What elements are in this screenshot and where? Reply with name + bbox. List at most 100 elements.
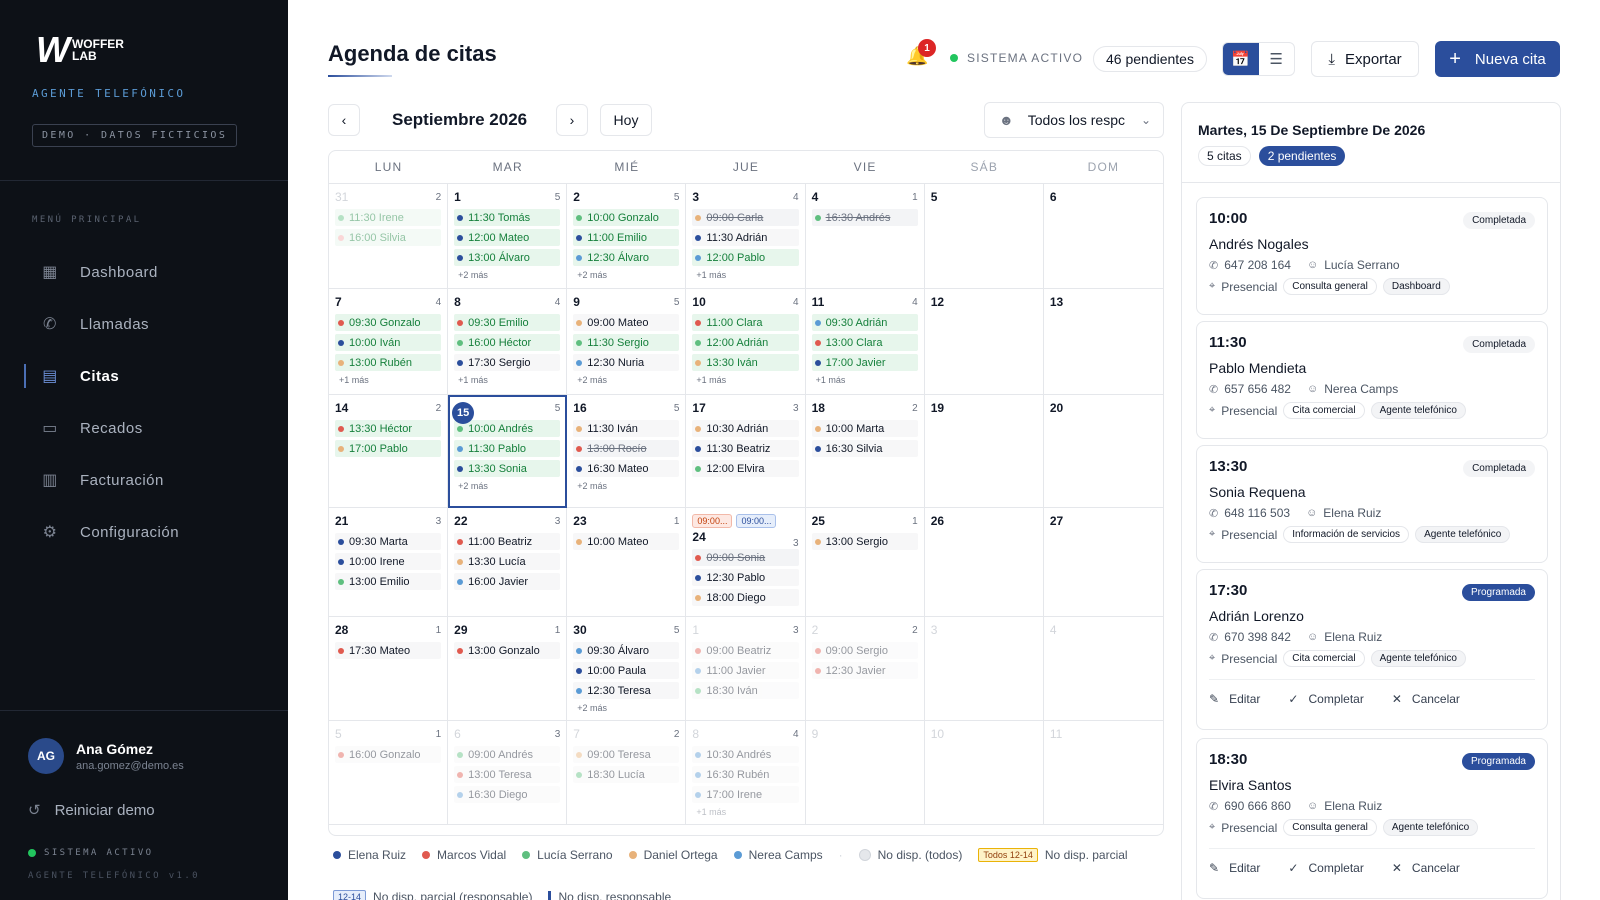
day-cell[interactable]: 4 1 16:30 Andrés [805,184,925,289]
calendar-event[interactable]: 11:30 Adrián [692,229,799,246]
day-cell[interactable]: 2 5 10:00 Gonzalo 11:00 Emilio 12:30 Álvaro +… [567,184,687,289]
more-events-link[interactable]: +2 más [573,481,679,491]
day-cell[interactable]: 26 [924,508,1044,617]
day-cell[interactable]: 1 5 11:30 Tomás 12:00 Mateo 13:00 Álvaro +2 m… [448,184,568,289]
cancel-button[interactable]: ✕ Cancelar [1392,692,1460,706]
day-cell[interactable]: 15 5 10:00 Andrés 11:30 Pablo 13:30 Sonia +2 … [448,395,568,508]
day-cell[interactable]: 7 4 09:30 Gonzalo 10:00 Iván 13:00 Rubén +1 m… [329,289,449,395]
appointment-card[interactable]: 18:30 Programada Elvira Santos ✆ 690 666 860… [1196,738,1548,899]
appointment-card[interactable]: 17:30 Programada Adrián Lorenzo ✆ 670 398 84… [1196,569,1548,730]
calendar-event[interactable]: 12:30 Álvaro [573,249,680,266]
calendar-event[interactable]: 09:30 Emilio [454,314,561,331]
day-cell[interactable]: 22 3 11:00 Beatriz 13:30 Lucía 16:00 Javier [448,508,568,617]
calendar-event[interactable]: 16:00 Javier [454,573,561,590]
calendar-event[interactable]: 17:00 Irene [692,786,799,803]
calendar-event[interactable]: 16:00 Silvia [335,229,442,246]
calendar-event[interactable]: 16:00 Héctor [454,334,561,351]
calendar-event[interactable]: 11:30 Pablo [454,440,561,457]
sidebar-item-dashboard[interactable]: ▦ Dashboard [24,246,264,298]
day-cell[interactable]: 10 4 11:00 Clara 12:00 Adrián 13:30 Iván +1 m… [686,289,806,395]
day-cell[interactable]: 9 5 09:00 Mateo 11:30 Sergio 12:30 Nuria +2 m… [567,289,687,395]
more-events-link[interactable]: +2 más [573,375,679,385]
calendar-event[interactable]: 17:00 Pablo [335,440,442,457]
day-cell[interactable]: 2 2 09:00 Sergio 12:30 Javier [805,617,925,721]
cancel-button[interactable]: ✕ Cancelar [1392,861,1460,875]
day-cell[interactable]: 16 5 11:30 Iván 13:00 Rocío 16:30 Mateo +2 má… [567,395,687,508]
day-cell[interactable]: 5 1 16:00 Gonzalo [329,721,449,825]
more-events-link[interactable]: +2 más [573,703,679,713]
calendar-event[interactable]: 09:00 Andrés [454,746,561,763]
calendar-event[interactable]: 11:30 Iván [573,420,680,437]
day-cell[interactable]: 3 [924,617,1044,721]
calendar-event[interactable]: 09:00 Sonia [692,549,799,566]
prev-month-button[interactable]: ‹ [328,104,360,136]
edit-button[interactable]: ✎ Editar [1209,692,1260,706]
edit-button[interactable]: ✎ Editar [1209,861,1260,875]
list-view-button[interactable]: ☰ [1259,43,1295,75]
sidebar-item-citas[interactable]: ▤ Citas [24,350,264,402]
calendar-event[interactable]: 10:30 Adrián [692,420,799,437]
today-button[interactable]: Hoy [600,104,652,136]
calendar-event[interactable]: 13:30 Iván [692,354,799,371]
day-cell[interactable]: 30 5 09:30 Álvaro 10:00 Paula 12:30 Teresa +2… [567,617,687,721]
calendar-event[interactable]: 09:00 Beatriz [692,642,799,659]
day-cell[interactable]: 8 4 09:30 Emilio 16:00 Héctor 17:30 Sergio +1… [448,289,568,395]
day-cell[interactable]: 6 [1043,184,1163,289]
day-cell[interactable]: 23 1 10:00 Mateo [567,508,687,617]
day-cell[interactable]: 11 [1043,721,1163,825]
more-events-link[interactable]: +2 más [454,481,560,491]
day-cell[interactable]: 14 2 13:30 Héctor 17:00 Pablo [329,395,449,508]
calendar-event[interactable]: 12:30 Pablo [692,569,799,586]
day-cell[interactable]: 5 [924,184,1044,289]
calendar-event[interactable]: 16:30 Rubén [692,766,799,783]
calendar-event[interactable]: 09:30 Adrián [811,314,918,331]
more-events-link[interactable]: +1 más [692,807,798,817]
calendar-event[interactable]: 09:00 Sergio [811,642,918,659]
calendar-event[interactable]: 12:00 Elvira [692,460,799,477]
calendar-event[interactable]: 11:00 Javier [692,662,799,679]
calendar-event[interactable]: 09:30 Marta [335,533,442,550]
calendar-event[interactable]: 13:00 Rubén [335,354,442,371]
calendar-event[interactable]: 17:30 Sergio [454,354,561,371]
calendar-event[interactable]: 16:30 Mateo [573,460,680,477]
more-events-link[interactable]: +1 más [454,375,560,385]
calendar-event[interactable]: 13:30 Héctor [335,420,442,437]
day-cell[interactable]: 12 [924,289,1044,395]
calendar-event[interactable]: 11:30 Irene [335,209,442,226]
calendar-event[interactable]: 16:00 Gonzalo [335,746,442,763]
calendar-event[interactable]: 12:00 Adrián [692,334,799,351]
more-events-link[interactable]: +2 más [454,270,560,280]
calendar-event[interactable]: 18:30 Iván [692,682,799,699]
calendar-event[interactable]: 10:00 Paula [573,662,680,679]
day-cell[interactable]: 6 3 09:00 Andrés 13:00 Teresa 16:30 Diego [448,721,568,825]
complete-button[interactable]: ✓ Completar [1288,692,1363,706]
calendar-event[interactable]: 10:00 Marta [811,420,918,437]
calendar-event[interactable]: 12:30 Teresa [573,682,680,699]
calendar-event[interactable]: 16:30 Diego [454,786,561,803]
calendar-event[interactable]: 11:00 Emilio [573,229,680,246]
logo[interactable]: W WOFFER LAB [36,32,124,68]
calendar-event[interactable]: 12:00 Mateo [454,229,561,246]
calendar-event[interactable]: 09:00 Teresa [573,746,680,763]
day-cell[interactable]: 13 [1043,289,1163,395]
calendar-event[interactable]: 17:30 Mateo [335,642,442,659]
day-cell[interactable]: 9 [805,721,925,825]
calendar-event[interactable]: 13:00 Rocío [573,440,680,457]
calendar-event[interactable]: 11:30 Sergio [573,334,680,351]
more-events-link[interactable]: +1 más [335,375,441,385]
calendar-event[interactable]: 13:00 Sergio [811,533,918,550]
calendar-event[interactable]: 11:30 Beatriz [692,440,799,457]
calendar-event[interactable]: 13:00 Gonzalo [454,642,561,659]
day-cell[interactable]: 29 1 13:00 Gonzalo [448,617,568,721]
day-cell[interactable]: 21 3 09:30 Marta 10:00 Irene 13:00 Emilio [329,508,449,617]
day-cell[interactable]: 7 2 09:00 Teresa 18:30 Lucía [567,721,687,825]
calendar-event[interactable]: 10:00 Irene [335,553,442,570]
calendar-event[interactable]: 13:00 Teresa [454,766,561,783]
calendar-event[interactable]: 18:30 Lucía [573,766,680,783]
calendar-event[interactable]: 09:30 Gonzalo [335,314,442,331]
day-cell[interactable]: 25 1 13:00 Sergio [805,508,925,617]
sidebar-item-recados[interactable]: ▭ Recados [24,402,264,454]
day-cell[interactable]: 8 4 10:30 Andrés 16:30 Rubén 17:00 Irene +1 m… [686,721,806,825]
unavailability-tag[interactable]: 09:00... [692,514,733,528]
day-cell[interactable]: 28 1 17:30 Mateo [329,617,449,721]
